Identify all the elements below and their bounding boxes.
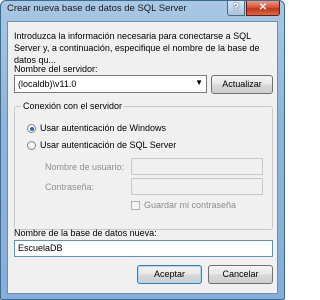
window-title: Crear nueva base de datos de SQL Server (7, 3, 187, 14)
cancel-button[interactable]: Cancelar (208, 265, 273, 284)
dialog-window: Crear nueva base de datos de SQL Server … (0, 0, 285, 300)
ok-button[interactable]: Aceptar (137, 265, 202, 284)
sql-auth-label[interactable]: Usar autenticación de SQL Server (40, 140, 176, 150)
windows-auth-label[interactable]: Usar autenticación de Windows (40, 123, 166, 133)
server-name-value: (localdb)\v11.0 (18, 79, 77, 89)
refresh-button[interactable]: Actualizar (211, 75, 273, 94)
server-name-label: Nombre del servidor: (14, 64, 98, 74)
title-bar[interactable]: Crear nueva base de datos de SQL Server … (1, 1, 284, 19)
username-input[interactable] (131, 158, 263, 175)
chevron-down-icon[interactable]: ▼ (195, 78, 203, 87)
sql-auth-radio[interactable] (27, 141, 36, 150)
database-name-label: Nombre de la base de datos nueva: (14, 228, 157, 238)
help-button[interactable]: ? (227, 1, 245, 16)
save-password-label[interactable]: Guardar mi contraseña (144, 200, 236, 210)
dialog-body: Introduzca la información necesaria para… (7, 21, 278, 294)
windows-auth-radio[interactable] (27, 124, 36, 133)
close-button[interactable]: ✕ (246, 1, 280, 16)
intro-text: Introduzca la información necesaria para… (14, 31, 260, 65)
save-password-checkbox[interactable] (131, 201, 140, 210)
connection-groupbox: Conexión con el servidor Usar autenticac… (14, 101, 273, 230)
connection-group-title: Conexión con el servidor (21, 101, 125, 111)
database-name-value: EscuelaDB (18, 243, 63, 253)
password-label: Contraseña: (45, 182, 95, 192)
server-name-combobox[interactable]: (localdb)\v11.0 ▼ (14, 75, 207, 93)
database-name-input[interactable]: EscuelaDB (14, 240, 273, 257)
password-input[interactable] (131, 178, 263, 195)
username-label: Nombre de usuario: (45, 162, 125, 172)
